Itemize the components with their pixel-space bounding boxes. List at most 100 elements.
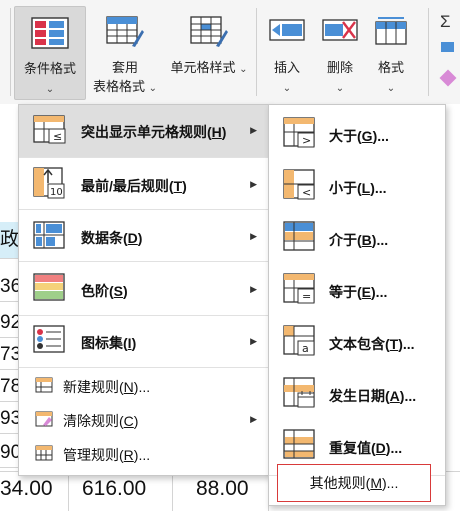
table-cell[interactable]: 34.00 — [0, 477, 53, 501]
access-key: I — [127, 335, 132, 351]
access-key: L — [361, 180, 371, 196]
access-key: D — [375, 440, 386, 456]
menu-item-label: 管理规则 — [63, 447, 119, 463]
delete-icon — [321, 16, 359, 51]
ribbon: 条件格式 ⌄ 套用 表格格式 ⌄ 单元格样式 ⌄ 插入 ⌄ 删除 ⌄ 格式 ⌄ … — [0, 0, 460, 105]
submenu-arrow-icon: ▶ — [250, 231, 257, 241]
format-as-table-icon — [106, 16, 144, 51]
clear-rules-icon — [35, 411, 53, 430]
menu-item-label: 图标集 — [81, 335, 123, 351]
table-cell[interactable]: 92 — [0, 308, 18, 338]
access-key: C — [123, 413, 134, 429]
chevron-down-icon: ⌄ — [239, 64, 248, 75]
ribbon-separator — [256, 8, 257, 96]
menu-item-data-bars[interactable]: 数据条(D) ▶ — [19, 211, 269, 261]
fill-icon[interactable] — [441, 42, 454, 52]
manage-rules-icon — [35, 445, 53, 464]
menu-item-label: 最前/最后规则 — [81, 178, 169, 194]
ellipsis: ... — [138, 379, 151, 395]
submenu-arrow-icon: ▶ — [250, 284, 257, 294]
table-cell[interactable]: 90 — [0, 438, 18, 468]
chevron-down-icon: ⌄ — [386, 83, 396, 94]
menu-separator — [19, 157, 269, 158]
menu-item-icon-sets[interactable]: 图标集(I) ▶ — [19, 317, 269, 365]
format-label: 格式 — [377, 60, 404, 75]
table-cell[interactable]: 88.00 — [196, 477, 249, 501]
text-contains-icon: a — [283, 325, 317, 360]
submenu-item-other-rules[interactable]: 其他规则(M)... — [277, 464, 431, 502]
chevron-down-icon: ⌄ — [148, 83, 158, 94]
cell-styles-button[interactable]: 单元格样式 ⌄ — [166, 6, 252, 98]
access-key: N — [123, 379, 134, 395]
access-key: A — [389, 388, 400, 404]
table-cell[interactable]: 616.00 — [82, 477, 146, 501]
table-cell[interactable]: 73 — [0, 340, 18, 370]
ribbon-separator — [428, 8, 429, 96]
insert-button[interactable]: 插入 ⌄ — [260, 6, 314, 98]
chevron-down-icon: ⌄ — [282, 83, 292, 94]
submenu-arrow-icon: ▶ — [250, 414, 257, 424]
chevron-down-icon: ⌄ — [335, 83, 345, 94]
submenu-item-date-occurring[interactable]: 发生日期(A)... — [269, 369, 445, 419]
delete-button[interactable]: 删除 ⌄ — [314, 6, 366, 98]
column-header-cell[interactable]: 政 — [0, 222, 18, 259]
menu-item-label: 色阶 — [81, 283, 109, 299]
highlight-rules-icon: ≤ — [33, 115, 67, 148]
submenu-item-label: 发生日期 — [329, 388, 385, 404]
autosum-icon[interactable]: Σ — [440, 12, 451, 32]
access-key: G — [361, 128, 373, 144]
submenu-item-label: 其他规则 — [309, 475, 366, 491]
menu-item-color-scales[interactable]: 色阶(S) ▶ — [19, 263, 269, 315]
table-cell[interactable]: 78 — [0, 372, 18, 402]
access-key: S — [113, 283, 124, 299]
submenu-item-label: 介于 — [329, 232, 357, 248]
menu-separator — [19, 209, 269, 210]
menu-item-clear-rules[interactable]: 清除规则(C) ▶ — [19, 403, 269, 437]
equal-to-icon: = — [283, 273, 317, 308]
icon-sets-icon — [33, 325, 67, 358]
svg-text:>: > — [302, 134, 311, 147]
table-cell[interactable]: 93 — [0, 404, 18, 434]
greater-than-icon: > — [283, 117, 317, 152]
submenu-item-label: 小于 — [329, 180, 357, 196]
conditional-format-icon — [31, 17, 69, 52]
svg-text:10: 10 — [50, 187, 63, 198]
color-scales-icon — [33, 273, 67, 306]
insert-icon — [268, 16, 306, 51]
access-key: E — [361, 284, 372, 300]
access-key: T — [389, 336, 399, 352]
conditional-format-button[interactable]: 条件格式 ⌄ — [14, 6, 86, 100]
menu-separator — [19, 315, 269, 316]
submenu-item-label: 重复值 — [329, 440, 371, 456]
submenu-item-between[interactable]: 介于(B)... — [269, 213, 445, 263]
submenu-item-label: 等于 — [329, 284, 357, 300]
ribbon-separator — [10, 8, 11, 96]
submenu-item-text-contains[interactable]: a 文本包含(T)... — [269, 317, 445, 367]
delete-label: 删除 — [326, 60, 353, 75]
between-icon — [283, 221, 317, 256]
date-occurring-icon — [283, 377, 317, 412]
menu-item-label: 新建规则 — [63, 379, 119, 395]
menu-item-label: 突出显示单元格规则 — [81, 124, 207, 140]
duplicate-values-icon — [283, 429, 317, 464]
menu-item-highlight-cells-rules[interactable]: ≤ 突出显示单元格规则(H) ▶ — [19, 105, 269, 157]
submenu-item-label: 大于 — [329, 128, 357, 144]
menu-item-top-bottom-rules[interactable]: 10 最前/最后规则(T) ▶ — [19, 159, 269, 209]
format-as-table-button[interactable]: 套用 表格格式 ⌄ — [84, 6, 166, 98]
svg-text:<: < — [302, 186, 311, 199]
table-cell[interactable]: 36 — [0, 272, 18, 302]
submenu-item-less-than[interactable]: < 小于(L)... — [269, 161, 445, 211]
clear-icon[interactable] — [439, 69, 457, 87]
menu-item-manage-rules[interactable]: 管理规则(R)... — [19, 437, 269, 471]
cell-styles-label: 单元格样式 — [170, 60, 236, 75]
access-key: H — [211, 124, 222, 140]
cell-styles-icon — [190, 16, 228, 51]
submenu-item-greater-than[interactable]: > 大于(G)... — [269, 109, 445, 159]
format-as-table-label-1: 套用 — [111, 60, 138, 75]
menu-item-new-rule[interactable]: 新建规则(N)... — [19, 369, 269, 403]
access-key: D — [127, 230, 138, 246]
format-button[interactable]: 格式 ⌄ — [366, 6, 416, 98]
chevron-down-icon: ⌄ — [45, 84, 55, 95]
submenu-item-equal-to[interactable]: = 等于(E)... — [269, 265, 445, 315]
top-bottom-icon: 10 — [33, 167, 67, 202]
